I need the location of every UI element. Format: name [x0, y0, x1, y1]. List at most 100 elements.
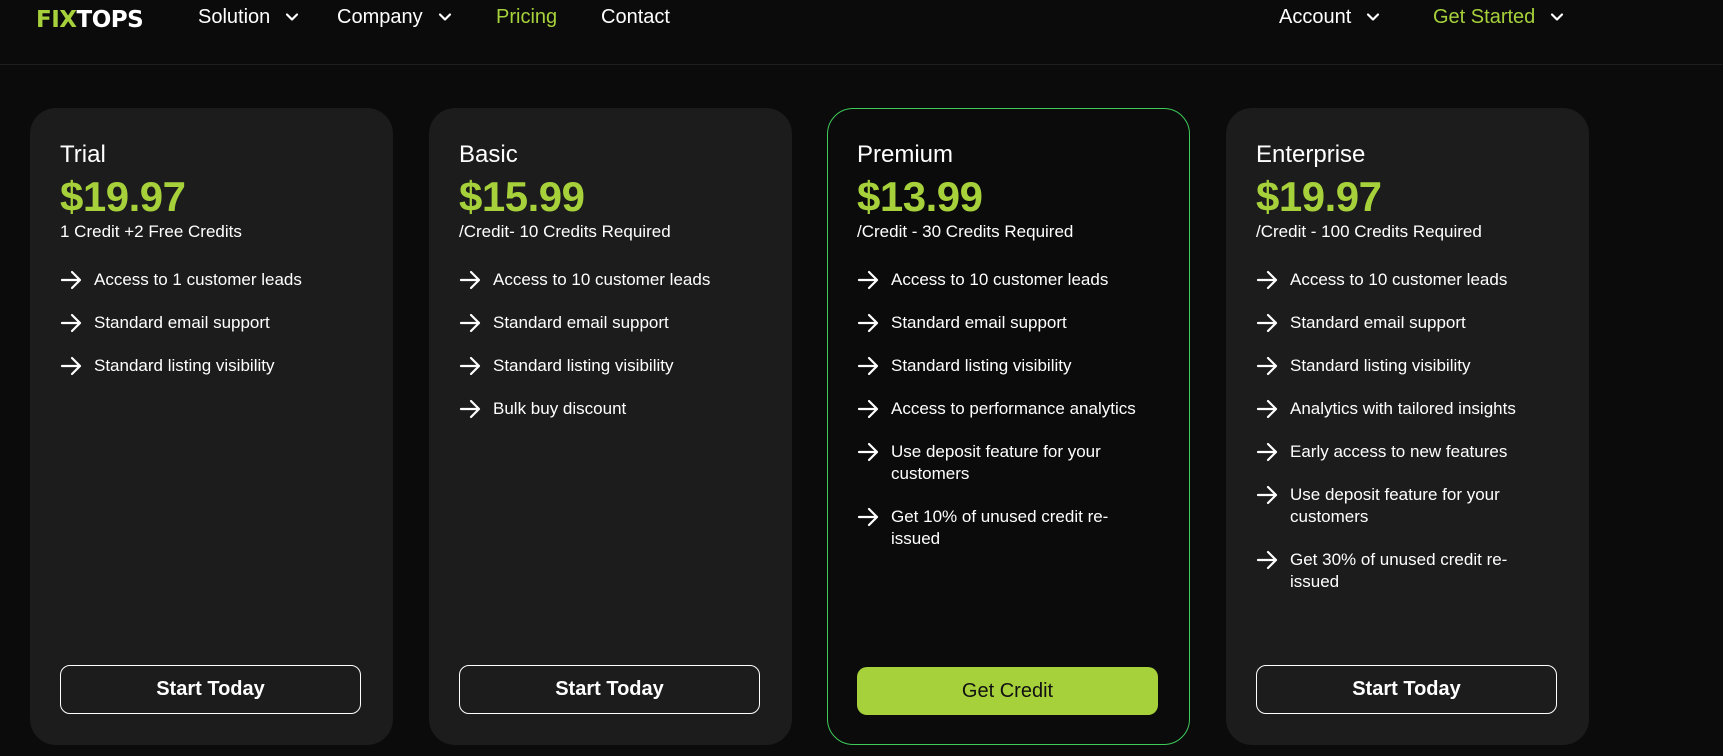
feature-item: Use deposit feature for your customers: [1256, 484, 1526, 528]
plan-card-premium: Premium $13.99 /Credit - 30 Credits Requ…: [827, 108, 1190, 745]
get-credit-button[interactable]: Get Credit: [857, 667, 1158, 715]
feature-text: Standard email support: [1290, 313, 1466, 332]
chevron-down-icon: [437, 9, 453, 25]
feature-text: Analytics with tailored insights: [1290, 399, 1516, 418]
feature-item: Standard email support: [60, 312, 370, 334]
plan-price: $19.97: [1256, 173, 1382, 220]
feature-item: Access to 10 customer leads: [459, 269, 769, 291]
feature-item: Standard listing visibility: [857, 355, 1167, 377]
feature-text: Standard listing visibility: [891, 356, 1072, 375]
feature-text: Standard email support: [891, 313, 1067, 332]
arrow-right-icon: [60, 269, 84, 291]
plan-card-enterprise: Enterprise $19.97 /Credit - 100 Credits …: [1226, 108, 1589, 745]
feature-text: Get 10% of unused credit re-issued: [891, 507, 1109, 548]
nav-contact[interactable]: Contact: [601, 4, 670, 30]
nav-get-started-label: Get Started: [1433, 5, 1536, 28]
chevron-down-icon: [1365, 9, 1381, 25]
start-today-button[interactable]: Start Today: [1256, 665, 1557, 714]
feature-item: Standard listing visibility: [459, 355, 769, 377]
arrow-right-icon: [1256, 549, 1280, 571]
feature-item: Use deposit feature for your customers: [857, 441, 1127, 485]
feature-item: Access to 10 customer leads: [1256, 269, 1566, 291]
nav-pricing-label: Pricing: [496, 5, 558, 28]
arrow-right-icon: [459, 355, 483, 377]
arrow-right-icon: [60, 312, 84, 334]
feature-item: Access to 1 customer leads: [60, 269, 370, 291]
feature-text: Early access to new features: [1290, 442, 1508, 461]
feature-item: Access to performance analytics: [857, 398, 1167, 420]
feature-item: Get 30% of unused credit re-issued: [1256, 549, 1526, 593]
nav-pricing[interactable]: Pricing: [496, 4, 557, 30]
plan-name: Enterprise: [1256, 141, 1366, 168]
plan-credit-note: /Credit - 100 Credits Required: [1256, 222, 1482, 241]
feature-text: Standard email support: [493, 313, 669, 332]
plan-credit-note: /Credit - 30 Credits Required: [857, 222, 1074, 241]
nav-get-started[interactable]: Get Started: [1433, 4, 1565, 30]
nav-solution[interactable]: Solution: [198, 4, 300, 30]
arrow-right-icon: [1256, 398, 1280, 420]
arrow-right-icon: [459, 312, 483, 334]
logo-rest-text: TOPS: [76, 7, 144, 33]
feature-text: Access to performance analytics: [891, 399, 1136, 418]
feature-item: Standard email support: [857, 312, 1167, 334]
feature-list: Access to 10 customer leads Standard ema…: [857, 269, 1159, 550]
feature-item: Standard listing visibility: [60, 355, 370, 377]
chevron-down-icon: [1549, 9, 1565, 25]
feature-text: Standard email support: [94, 313, 270, 332]
feature-text: Standard listing visibility: [1290, 356, 1471, 375]
arrow-right-icon: [1256, 312, 1280, 334]
nav-account[interactable]: Account: [1279, 4, 1381, 30]
arrow-right-icon: [459, 269, 483, 291]
feature-text: Access to 10 customer leads: [1290, 270, 1508, 289]
plan-credit-note: 1 Credit +2 Free Credits: [60, 222, 242, 241]
nav-contact-label: Contact: [601, 5, 670, 28]
feature-item: Standard listing visibility: [1256, 355, 1566, 377]
plan-price: $19.97: [60, 173, 186, 220]
feature-item: Bulk buy discount: [459, 398, 769, 420]
nav-company-label: Company: [337, 5, 423, 28]
nav-solution-label: Solution: [198, 5, 271, 28]
feature-text: Access to 10 customer leads: [891, 270, 1109, 289]
plan-price: $13.99: [857, 173, 983, 220]
feature-item: Standard email support: [1256, 312, 1566, 334]
feature-text: Access to 10 customer leads: [493, 270, 711, 289]
arrow-right-icon: [857, 269, 881, 291]
arrow-right-icon: [857, 441, 881, 463]
start-today-button[interactable]: Start Today: [60, 665, 361, 714]
feature-text: Bulk buy discount: [493, 399, 627, 418]
plan-price: $15.99: [459, 173, 585, 220]
arrow-right-icon: [857, 312, 881, 334]
arrow-right-icon: [1256, 269, 1280, 291]
arrow-right-icon: [1256, 484, 1280, 506]
feature-text: Use deposit feature for your customers: [891, 442, 1101, 483]
nav-account-label: Account: [1279, 5, 1352, 28]
nav-company[interactable]: Company: [337, 4, 453, 30]
top-navigation-bar: FIX TOPS Solution Company Pricing Contact…: [0, 0, 1723, 65]
feature-list: Access to 10 customer leads Standard ema…: [459, 269, 762, 420]
arrow-right-icon: [1256, 355, 1280, 377]
arrow-right-icon: [857, 506, 881, 528]
arrow-right-icon: [857, 355, 881, 377]
arrow-right-icon: [60, 355, 84, 377]
feature-text: Get 30% of unused credit re-issued: [1290, 550, 1508, 591]
feature-text: Standard listing visibility: [94, 356, 275, 375]
plan-name: Basic: [459, 141, 518, 168]
fixtops-logo[interactable]: FIX TOPS: [36, 5, 144, 35]
plan-name: Premium: [857, 141, 954, 168]
feature-item: Standard email support: [459, 312, 769, 334]
feature-item: Get 10% of unused credit re-issued: [857, 506, 1127, 550]
feature-text: Standard listing visibility: [493, 356, 674, 375]
logo-accent-text: FIX: [36, 7, 77, 33]
feature-item: Access to 10 customer leads: [857, 269, 1167, 291]
plan-card-basic: Basic $15.99 /Credit- 10 Credits Require…: [429, 108, 792, 745]
feature-text: Access to 1 customer leads: [94, 270, 302, 289]
feature-list: Access to 1 customer leads Standard emai…: [60, 269, 363, 377]
feature-text: Use deposit feature for your customers: [1290, 485, 1500, 526]
start-today-button[interactable]: Start Today: [459, 665, 760, 714]
feature-item: Analytics with tailored insights: [1256, 398, 1566, 420]
plan-card-trial: Trial $19.97 1 Credit +2 Free Credits Ac…: [30, 108, 393, 745]
arrow-right-icon: [459, 398, 483, 420]
arrow-right-icon: [857, 398, 881, 420]
plan-name: Trial: [60, 141, 106, 168]
feature-list: Access to 10 customer leads Standard ema…: [1256, 269, 1559, 593]
